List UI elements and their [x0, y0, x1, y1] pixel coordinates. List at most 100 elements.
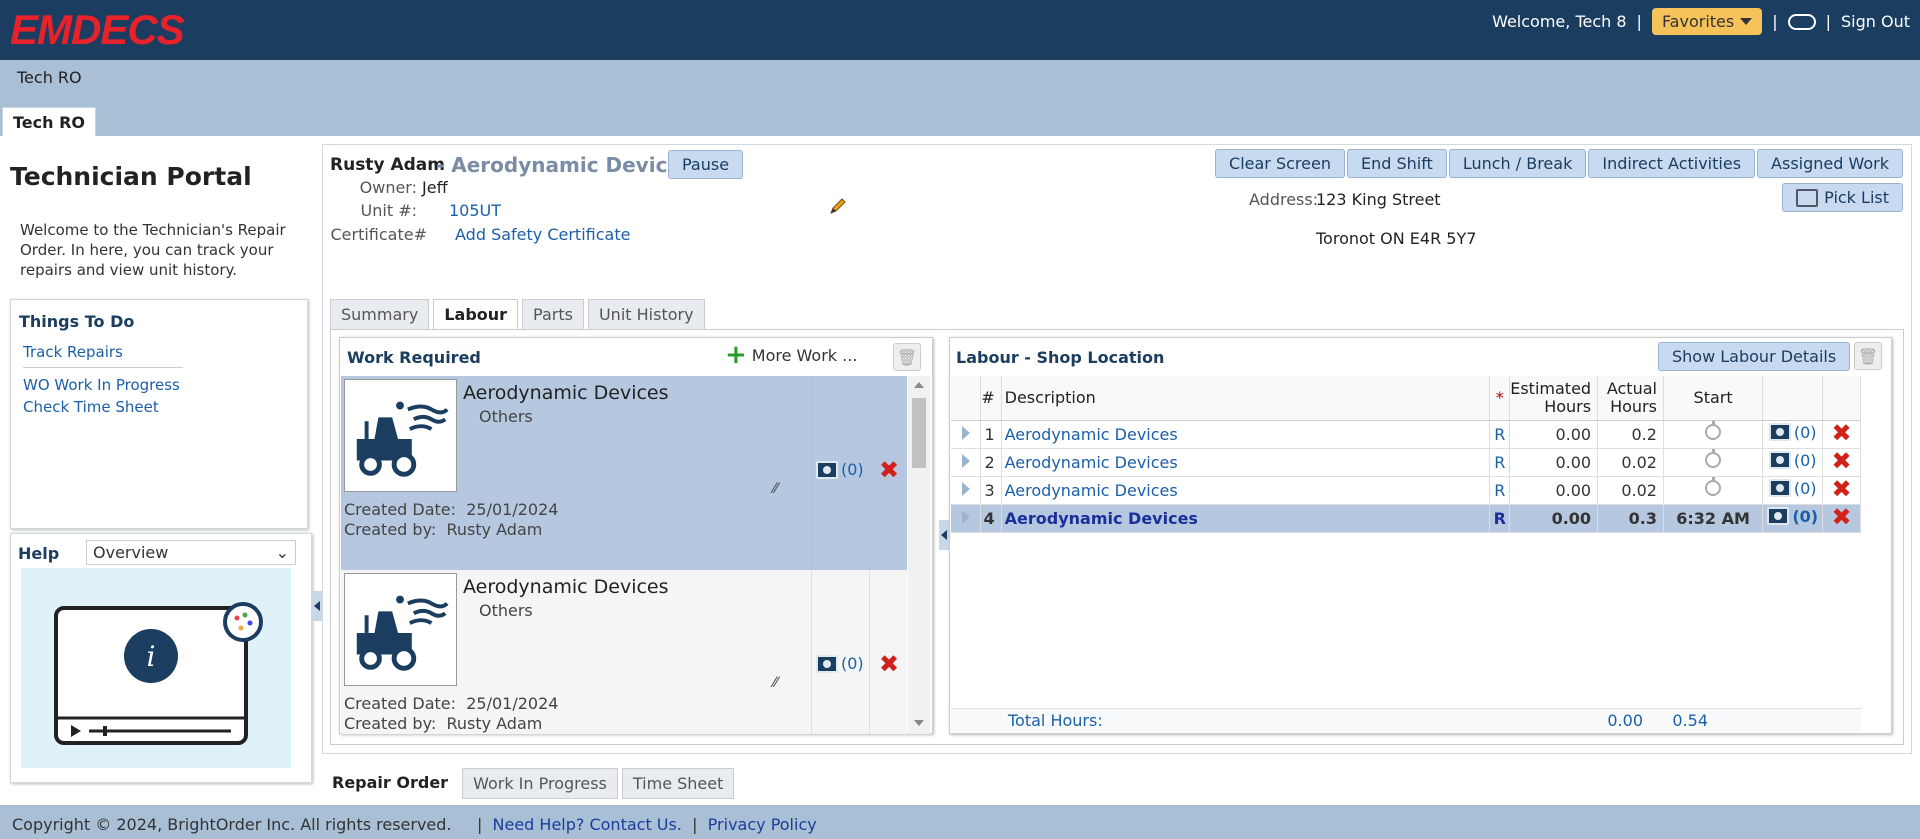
- privacy-policy-link[interactable]: Privacy Policy: [708, 815, 817, 834]
- delete-x-icon[interactable]: ✖: [1832, 447, 1852, 475]
- col-estimated-hours-header[interactable]: Estimated Hours: [1509, 376, 1599, 421]
- trash-icon[interactable]: 🗑: [1854, 342, 1882, 370]
- tab-parts[interactable]: Parts: [522, 299, 584, 330]
- work-item-title: Aerodynamic Devices: [463, 576, 669, 598]
- repair-description: Aerodynamic Devices: [451, 153, 693, 177]
- sign-out-link[interactable]: Sign Out: [1841, 12, 1910, 31]
- add-safety-certificate-link[interactable]: Add Safety Certificate: [455, 225, 630, 244]
- indirect-activities-button[interactable]: Indirect Activities: [1588, 149, 1756, 178]
- contact-us-link[interactable]: Need Help? Contact Us.: [493, 815, 682, 834]
- expand-row-icon[interactable]: [961, 453, 970, 468]
- delete-x-icon[interactable]: ✖: [1832, 419, 1852, 447]
- work-required-list: Aerodynamic Devices Others ⁄⁄ Created Da…: [341, 376, 907, 734]
- help-topic-select[interactable]: Overview ⌄: [86, 540, 296, 565]
- trash-icon[interactable]: 🗑: [893, 343, 921, 371]
- collapse-sidebar-handle[interactable]: [312, 591, 322, 621]
- scrollbar-thumb[interactable]: [912, 398, 926, 468]
- list-item[interactable]: Aerodynamic Devices Others ⁄⁄ Created Da…: [341, 376, 907, 570]
- app-logo[interactable]: EMDECS: [10, 6, 185, 54]
- welcome-text: Welcome, Tech 8: [1492, 12, 1627, 31]
- delete-x-icon[interactable]: ✖: [1832, 475, 1852, 503]
- col-actual-hours-header[interactable]: Actual Hours: [1597, 376, 1664, 421]
- track-repairs-link[interactable]: Track Repairs: [19, 341, 299, 363]
- row-photos: (0): [1762, 448, 1824, 477]
- labour-description-link[interactable]: Aerodynamic Devices: [1005, 509, 1198, 528]
- delete-x-icon[interactable]: ✖: [1832, 503, 1852, 531]
- row-start: [1663, 420, 1764, 449]
- photos-link[interactable]: (0): [1767, 507, 1818, 526]
- tab-work-in-progress[interactable]: Work In Progress: [462, 768, 618, 799]
- favorites-button[interactable]: Favorites: [1651, 8, 1763, 35]
- tab-summary[interactable]: Summary: [330, 299, 430, 330]
- row-code: R: [1489, 448, 1511, 477]
- photos-link[interactable]: (0): [1768, 423, 1817, 442]
- edit-pencil-icon[interactable]: [828, 196, 848, 216]
- labour-description-link[interactable]: Aerodynamic Devices: [1005, 481, 1178, 500]
- lunch-break-button[interactable]: Lunch / Break: [1448, 149, 1587, 178]
- check-time-sheet-link[interactable]: Check Time Sheet: [19, 396, 299, 418]
- separator: |: [1772, 12, 1778, 31]
- photos-link[interactable]: (0): [1768, 451, 1817, 470]
- assigned-work-button[interactable]: Assigned Work: [1757, 149, 1903, 178]
- delete-cell: ✖: [869, 570, 907, 734]
- resize-handle-icon[interactable]: ⁄⁄: [773, 675, 778, 691]
- expand-cell[interactable]: [951, 476, 982, 505]
- clear-screen-button[interactable]: Clear Screen: [1215, 149, 1345, 178]
- table-row[interactable]: 3 Aerodynamic Devices R 0.00 0.02 (0) ✖: [951, 475, 1861, 505]
- delete-x-icon[interactable]: ✖: [879, 652, 899, 676]
- more-work-button[interactable]: + More Work ...: [725, 342, 857, 368]
- repair-order-card: Rusty Adam - Aerodynamic Devices Pause C…: [322, 144, 1912, 754]
- expand-row-icon[interactable]: [961, 425, 970, 440]
- things-to-do-title: Things To Do: [19, 312, 135, 331]
- separator: |: [476, 815, 483, 834]
- expand-cell[interactable]: [951, 420, 982, 449]
- footer: Copyright © 2024, BrightOrder Inc. All r…: [0, 807, 1920, 839]
- svg-text:i: i: [147, 640, 156, 673]
- table-row-selected[interactable]: 4 Aerodynamic Devices R 0.00 0.3 6:32 AM…: [951, 503, 1861, 533]
- scroll-down-icon[interactable]: [914, 720, 924, 726]
- status-pill-icon[interactable]: [1787, 13, 1816, 30]
- copyright-text: Copyright © 2024, BrightOrder Inc. All r…: [12, 815, 452, 834]
- pick-list-button[interactable]: Pick List: [1782, 183, 1903, 212]
- end-shift-button[interactable]: End Shift: [1346, 149, 1447, 178]
- tab-repair-order[interactable]: Repair Order: [322, 768, 459, 799]
- photos-link[interactable]: (0): [816, 654, 864, 673]
- labour-description-link[interactable]: Aerodynamic Devices: [1005, 425, 1178, 444]
- delete-x-icon[interactable]: ✖: [879, 458, 899, 482]
- collapse-work-panel-handle[interactable]: [939, 520, 949, 550]
- table-row[interactable]: 1 Aerodynamic Devices R 0.00 0.2 (0) ✖: [951, 419, 1861, 449]
- wo-work-in-progress-link[interactable]: WO Work In Progress: [19, 374, 299, 396]
- list-item[interactable]: Aerodynamic Devices Others ⁄⁄ Created Da…: [341, 570, 907, 734]
- pause-button[interactable]: Pause: [668, 150, 744, 179]
- work-list-scrollbar[interactable]: [908, 376, 930, 734]
- labour-description-link[interactable]: Aerodynamic Devices: [1005, 453, 1178, 472]
- chevron-down-icon: [1740, 18, 1753, 25]
- expand-cell[interactable]: [951, 504, 982, 533]
- tab-unit-history[interactable]: Unit History: [587, 299, 705, 330]
- camera-icon: [816, 654, 838, 673]
- stopwatch-icon[interactable]: [1705, 449, 1722, 468]
- tab-time-sheet[interactable]: Time Sheet: [621, 768, 735, 799]
- col-description-header[interactable]: Description: [1001, 376, 1491, 421]
- row-photos: (0): [1762, 504, 1824, 533]
- photos-link[interactable]: (0): [816, 460, 864, 479]
- col-start-header[interactable]: Start: [1663, 376, 1764, 421]
- expand-cell[interactable]: [951, 448, 982, 477]
- help-video-thumbnail[interactable]: i: [21, 568, 291, 768]
- scroll-up-icon[interactable]: [914, 382, 924, 388]
- row-code: R: [1489, 504, 1511, 533]
- tab-tech-ro[interactable]: Tech RO: [2, 107, 97, 136]
- repair-title: - Aerodynamic Devices: [436, 153, 693, 177]
- tab-labour[interactable]: Labour: [433, 299, 519, 330]
- table-row[interactable]: 2 Aerodynamic Devices R 0.00 0.02 (0) ✖: [951, 447, 1861, 477]
- expand-row-icon[interactable]: [961, 481, 970, 496]
- stopwatch-icon[interactable]: [1705, 421, 1722, 440]
- expand-row-icon[interactable]: [961, 509, 970, 524]
- stopwatch-icon[interactable]: [1705, 477, 1722, 496]
- photos-link[interactable]: (0): [1768, 479, 1817, 498]
- left-sidebar: Technician Portal Welcome to the Technic…: [10, 136, 312, 805]
- show-labour-details-button[interactable]: Show Labour Details: [1658, 342, 1851, 371]
- unit-link[interactable]: 105UT: [449, 201, 501, 220]
- resize-handle-icon[interactable]: ⁄⁄: [773, 481, 778, 497]
- total-actual: 0.54: [1672, 711, 1708, 730]
